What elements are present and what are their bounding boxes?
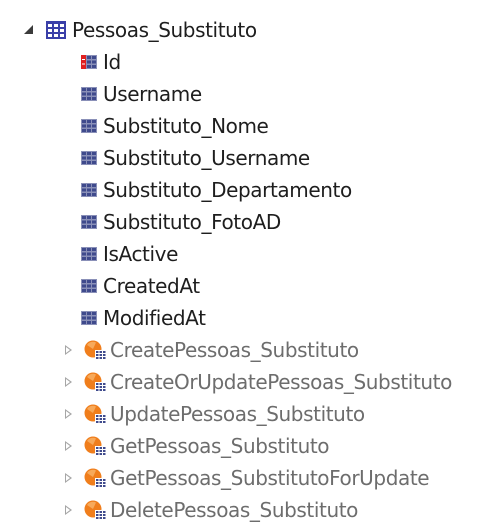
field-substituto-departamento[interactable]: Substituto_Departamento bbox=[0, 174, 499, 206]
tree-node-pessoas-substituto[interactable]: Pessoas_Substituto bbox=[0, 14, 499, 46]
field-createdat[interactable]: CreatedAt bbox=[0, 270, 499, 302]
entity-tree: Pessoas_Substituto Id Username Substitut… bbox=[0, 14, 499, 526]
method-label: CreateOrUpdatePessoas_Substituto bbox=[110, 370, 452, 394]
method-label: UpdatePessoas_Substituto bbox=[110, 402, 365, 426]
expand-arrow-icon[interactable] bbox=[22, 23, 36, 37]
method-icon bbox=[84, 468, 106, 488]
method-label: CreatePessoas_Substituto bbox=[110, 338, 359, 362]
method-icon bbox=[84, 340, 106, 360]
field-substituto-username[interactable]: Substituto_Username bbox=[0, 142, 499, 174]
method-createorupdatepessoas-substituto[interactable]: CreateOrUpdatePessoas_Substituto bbox=[0, 366, 499, 398]
field-label: Id bbox=[103, 50, 121, 74]
method-createpessoas-substituto[interactable]: CreatePessoas_Substituto bbox=[0, 334, 499, 366]
field-icon bbox=[81, 279, 97, 293]
collapsed-arrow-icon[interactable] bbox=[62, 503, 76, 517]
method-icon bbox=[84, 404, 106, 424]
method-label: GetPessoas_Substituto bbox=[110, 434, 330, 458]
field-modifiedat[interactable]: ModifiedAt bbox=[0, 302, 499, 334]
collapsed-arrow-icon[interactable] bbox=[62, 439, 76, 453]
table-icon bbox=[46, 21, 66, 39]
field-icon bbox=[81, 119, 97, 133]
tree-node-label: Pessoas_Substituto bbox=[72, 18, 257, 42]
collapsed-arrow-icon[interactable] bbox=[62, 407, 76, 421]
field-substituto-nome[interactable]: Substituto_Nome bbox=[0, 110, 499, 142]
field-label: Substituto_FotoAD bbox=[103, 210, 281, 234]
field-label: Username bbox=[103, 82, 202, 106]
field-label: CreatedAt bbox=[103, 274, 200, 298]
field-icon bbox=[81, 151, 97, 165]
method-updatepessoas-substituto[interactable]: UpdatePessoas_Substituto bbox=[0, 398, 499, 430]
field-label: Substituto_Username bbox=[103, 146, 310, 170]
field-icon bbox=[81, 247, 97, 261]
field-id[interactable]: Id bbox=[0, 46, 499, 78]
field-icon bbox=[81, 87, 97, 101]
field-substituto-fotoad[interactable]: Substituto_FotoAD bbox=[0, 206, 499, 238]
method-icon bbox=[84, 372, 106, 392]
collapsed-arrow-icon[interactable] bbox=[62, 343, 76, 357]
field-label: ModifiedAt bbox=[103, 306, 206, 330]
field-label: Substituto_Departamento bbox=[103, 178, 352, 202]
method-label: GetPessoas_SubstitutoForUpdate bbox=[110, 466, 430, 490]
field-icon bbox=[81, 183, 97, 197]
field-label: Substituto_Nome bbox=[103, 114, 269, 138]
method-deletepessoas-substituto[interactable]: DeletePessoas_Substituto bbox=[0, 494, 499, 526]
method-label: DeletePessoas_Substituto bbox=[110, 498, 358, 522]
method-getpessoas-substitutoforupdate[interactable]: GetPessoas_SubstitutoForUpdate bbox=[0, 462, 499, 494]
collapsed-arrow-icon[interactable] bbox=[62, 471, 76, 485]
method-icon bbox=[84, 500, 106, 520]
field-icon bbox=[81, 311, 97, 325]
field-username[interactable]: Username bbox=[0, 78, 499, 110]
field-label: IsActive bbox=[103, 242, 178, 266]
method-icon bbox=[84, 436, 106, 456]
field-isactive[interactable]: IsActive bbox=[0, 238, 499, 270]
collapsed-arrow-icon[interactable] bbox=[62, 375, 76, 389]
method-getpessoas-substituto[interactable]: GetPessoas_Substituto bbox=[0, 430, 499, 462]
field-icon bbox=[81, 215, 97, 229]
key-field-icon bbox=[81, 55, 97, 69]
